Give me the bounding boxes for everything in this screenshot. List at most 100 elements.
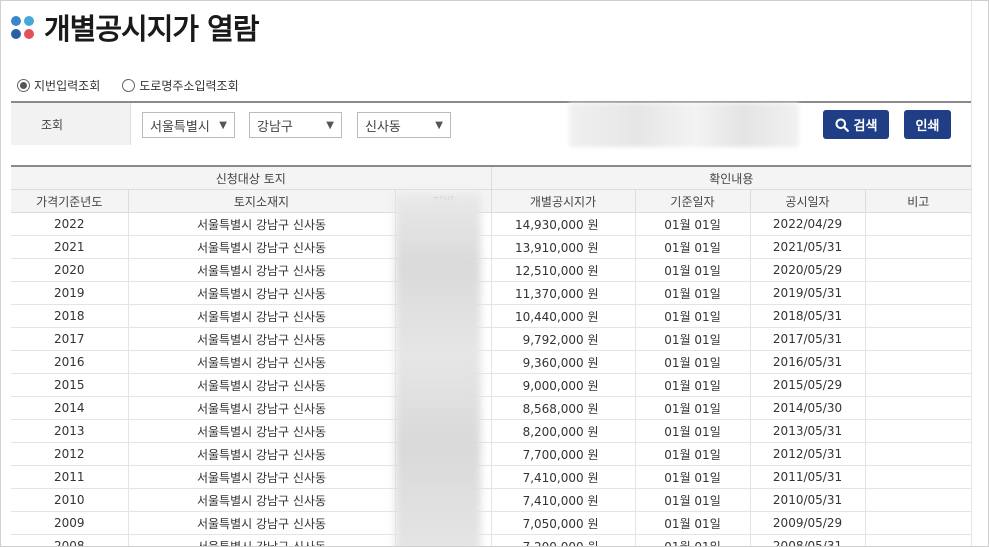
table-row: 2016 서울특별시 강남구 신사동 9,360,000 원 01월 01일 2016/… <box>11 350 971 374</box>
chevron-down-icon: ▼ <box>326 120 334 131</box>
table-cell: 01월 01일 <box>635 373 751 397</box>
table-cell: 서울특별시 강남구 신사동 <box>128 304 396 328</box>
table-cell: 01월 01일 <box>635 212 751 236</box>
table-cell: 2018 <box>11 304 129 328</box>
table-cell: 서울특별시 강남구 신사동 <box>128 258 396 282</box>
table-cell: 2013/05/31 <box>750 419 866 443</box>
price-table: 신청대상 토지 확인내용 가격기준년도토지소재지지번개별공시지가기준일자공시일자… <box>11 167 971 546</box>
table-row: 2014 서울특별시 강남구 신사동 8,568,000 원 01월 01일 2014/… <box>11 396 971 420</box>
sido-select-value: 서울특별시 <box>150 119 210 135</box>
radio-jibun[interactable]: 지번입력조회 <box>17 77 100 94</box>
table-cell: 서울특별시 강남구 신사동 <box>128 442 396 466</box>
print-button[interactable]: 인쇄 <box>904 110 951 139</box>
table-cell: 서울특별시 강남구 신사동 <box>128 419 396 443</box>
table-cell <box>865 419 971 443</box>
table-cell: 2011/05/31 <box>750 465 866 489</box>
table-cell <box>865 258 971 282</box>
search-icon <box>835 118 849 132</box>
table-row: 2008 서울특별시 강남구 신사동 7,200,000 원 01월 01일 2008/… <box>11 534 971 546</box>
sido-select[interactable]: 서울특별시 ▼ <box>142 112 235 138</box>
table-cell <box>865 534 971 546</box>
table-cell: 7,050,000 원 <box>491 511 636 535</box>
table-cell <box>865 212 971 236</box>
table-cell: 서울특별시 강남구 신사동 <box>128 465 396 489</box>
table-cell: 01월 01일 <box>635 465 751 489</box>
table-cell: 01월 01일 <box>635 534 751 546</box>
redacted-jibun-input <box>569 103 799 147</box>
table-cell: 2009/05/29 <box>750 511 866 535</box>
table-cell: 9,000,000 원 <box>491 373 636 397</box>
table-cell: 2016 <box>11 350 129 374</box>
table-cell: 2022 <box>11 212 129 236</box>
table-cell: 2017/05/31 <box>750 327 866 351</box>
search-bar: 조회 서울특별시 ▼ 강남구 ▼ 신사동 ▼ 검색 인쇄 <box>11 101 971 147</box>
table-cell: 2008/05/31 <box>750 534 866 546</box>
table-cell: 2014 <box>11 396 129 420</box>
group-header-land: 신청대상 토지 <box>11 167 492 190</box>
table-cell: 2014/05/30 <box>750 396 866 420</box>
column-header: 공시일자 <box>750 189 866 213</box>
table-cell: 9,792,000 원 <box>491 327 636 351</box>
table-cell: 2013 <box>11 419 129 443</box>
table-cell <box>865 304 971 328</box>
dong-select-value: 신사동 <box>365 119 401 135</box>
print-button-label: 인쇄 <box>915 119 940 134</box>
table-cell: 2021 <box>11 235 129 259</box>
table-cell <box>865 350 971 374</box>
radio-selected-icon <box>17 79 30 92</box>
table-cell <box>865 465 971 489</box>
table-cell: 01월 01일 <box>635 396 751 420</box>
table-row: 2017 서울특별시 강남구 신사동 9,792,000 원 01월 01일 2017/… <box>11 327 971 351</box>
chevron-down-icon: ▼ <box>219 120 227 131</box>
table-cell <box>865 373 971 397</box>
vertical-scrollbar[interactable] <box>971 1 988 546</box>
radio-jibun-label: 지번입력조회 <box>34 79 101 93</box>
table-cell: 2018/05/31 <box>750 304 866 328</box>
table-cell: 서울특별시 강남구 신사동 <box>128 534 396 546</box>
table-cell: 01월 01일 <box>635 350 751 374</box>
search-button-label: 검색 <box>853 119 878 134</box>
sigungu-select-value: 강남구 <box>257 119 293 135</box>
table-row: 2012 서울특별시 강남구 신사동 7,700,000 원 01월 01일 2012/… <box>11 442 971 466</box>
search-mode-radios: 지번입력조회 도로명주소입력조회 <box>17 77 261 94</box>
table-cell: 8,568,000 원 <box>491 396 636 420</box>
table-cell: 서울특별시 강남구 신사동 <box>128 235 396 259</box>
table-cell: 9,360,000 원 <box>491 350 636 374</box>
redacted-jibun-column <box>395 193 481 546</box>
table-row: 2013 서울특별시 강남구 신사동 8,200,000 원 01월 01일 2013/… <box>11 419 971 443</box>
table-cell: 01월 01일 <box>635 258 751 282</box>
table-cell: 서울특별시 강남구 신사동 <box>128 488 396 512</box>
table-cell: 2010/05/31 <box>750 488 866 512</box>
search-label: 조회 <box>11 103 131 145</box>
column-header: 개별공시지가 <box>491 189 636 213</box>
table-row: 2009 서울특별시 강남구 신사동 7,050,000 원 01월 01일 2009/… <box>11 511 971 535</box>
table-cell: 2019 <box>11 281 129 305</box>
table-cell: 2010 <box>11 488 129 512</box>
table-cell: 8,200,000 원 <box>491 419 636 443</box>
table-cell: 서울특별시 강남구 신사동 <box>128 212 396 236</box>
table-cell: 2015 <box>11 373 129 397</box>
radio-road-address[interactable]: 도로명주소입력조회 <box>122 77 239 94</box>
table-cell: 2017 <box>11 327 129 351</box>
table-cell: 14,930,000 원 <box>491 212 636 236</box>
table-cell: 2022/04/29 <box>750 212 866 236</box>
search-button[interactable]: 검색 <box>823 110 889 139</box>
chevron-down-icon: ▼ <box>435 120 443 131</box>
table-cell: 01월 01일 <box>635 511 751 535</box>
column-header: 가격기준년도 <box>11 189 129 213</box>
table-cell: 01월 01일 <box>635 281 751 305</box>
table-cell: 2011 <box>11 465 129 489</box>
table-row: 2020 서울특별시 강남구 신사동 12,510,000 원 01월 01일 2020… <box>11 258 971 282</box>
table-cell: 7,410,000 원 <box>491 465 636 489</box>
table-cell <box>865 442 971 466</box>
table-cell: 서울특별시 강남구 신사동 <box>128 281 396 305</box>
table-cell: 2012/05/31 <box>750 442 866 466</box>
radio-road-address-label: 도로명주소입력조회 <box>139 79 239 93</box>
table-row: 2019 서울특별시 강남구 신사동 11,370,000 원 01월 01일 2019… <box>11 281 971 305</box>
table-cell <box>865 511 971 535</box>
table-cell: 2016/05/31 <box>750 350 866 374</box>
dong-select[interactable]: 신사동 ▼ <box>357 112 451 138</box>
table-cell: 2019/05/31 <box>750 281 866 305</box>
sigungu-select[interactable]: 강남구 ▼ <box>249 112 342 138</box>
column-header: 비고 <box>865 189 971 213</box>
